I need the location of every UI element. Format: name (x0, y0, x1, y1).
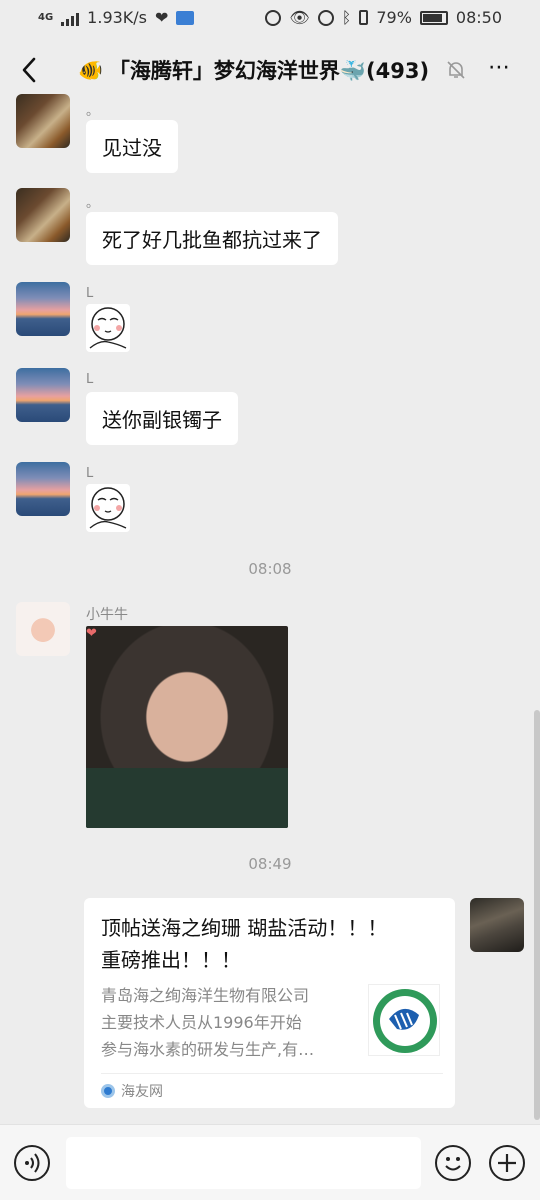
source-name: 海友网 (121, 1084, 163, 1100)
link-card-description: 青岛海之绚海洋生物有限公司 主要技术人员从1996年开始 参与海水素的研发与生产… (101, 982, 357, 1063)
battery-icon (419, 10, 448, 25)
chat-header: 🐠 「海腾轩」梦幻海洋世界🐳(493) ⋯ (0, 38, 540, 102)
sticker-image[interactable] (86, 304, 130, 352)
link-card-thumbnail (368, 984, 440, 1056)
bluetooth-icon: ᛒ (341, 8, 352, 27)
sticker-image[interactable] (86, 484, 130, 532)
back-button[interactable] (14, 52, 50, 88)
link-card-title: 顶帖送海之绚珊 瑚盐活动！！！ 重磅推出！！！ (101, 912, 441, 976)
message-bubble[interactable]: 见过没 (86, 120, 178, 173)
photo-message[interactable] (86, 626, 288, 828)
sender-name: 。 (86, 196, 100, 211)
mute-icon (444, 58, 468, 82)
screen-share-icon (176, 10, 195, 25)
message-input[interactable] (66, 1137, 421, 1189)
time-separator: 08:08 (248, 560, 292, 578)
battery-percent: 79% (376, 8, 412, 27)
nfc-icon (265, 9, 282, 26)
scrollbar[interactable] (534, 710, 540, 1120)
vibrate-icon (359, 10, 369, 25)
message-bubble[interactable]: 送你副银镯子 (86, 392, 238, 445)
voice-input-button[interactable] (14, 1145, 50, 1181)
link-card-desc-line: 青岛海之绚海洋生物有限公司 (101, 986, 310, 1005)
message-bubble[interactable]: 死了好几批鱼都抗过来了 (86, 212, 338, 265)
chevron-left-icon (22, 57, 36, 83)
clock: 08:50 (455, 8, 502, 27)
sender-name: L (86, 286, 94, 301)
eye-icon: 👁 (289, 8, 310, 27)
avatar[interactable] (16, 282, 70, 336)
chat-message: L 送你副银镯子 (16, 368, 516, 448)
network-speed: 1.93K/s (87, 8, 148, 27)
chat-message: 。 见过没 (16, 94, 516, 174)
avatar[interactable] (16, 94, 70, 148)
voice-icon (25, 1153, 40, 1173)
avatar[interactable] (16, 602, 70, 656)
heart-monitor-icon: ❤ (155, 8, 169, 27)
link-card-desc-line: 参与海水素的研发与生产,有… (101, 1040, 315, 1059)
avatar[interactable] (16, 368, 70, 422)
link-card-title-line: 重磅推出！！！ (101, 948, 241, 972)
plus-icon (498, 1154, 516, 1172)
like-heart-icon: ❤ (86, 626, 97, 641)
smiley-icon (445, 1157, 461, 1171)
input-bar (0, 1124, 540, 1200)
network-type: 4G (38, 12, 54, 23)
link-card-source: 海友网 (101, 1081, 163, 1101)
fish-icon: 🐠 (78, 58, 103, 82)
avatar[interactable] (16, 462, 70, 516)
my-avatar[interactable] (470, 898, 524, 952)
link-card-desc-line: 主要技术人员从1996年开始 (101, 1013, 302, 1032)
chat-message: L (16, 462, 516, 536)
chat-title: 🐠 「海腾轩」梦幻海洋世界🐳(493) (78, 55, 429, 85)
chat-message: L (16, 282, 516, 356)
sender-name: 小牛牛 (86, 607, 128, 623)
link-card[interactable]: 顶帖送海之绚珊 瑚盐活动！！！ 重磅推出！！！ 青岛海之绚海洋生物有限公司 主要… (84, 898, 455, 1108)
sender-name: L (86, 372, 94, 387)
sender-name: L (86, 466, 94, 481)
sender-name: 。 (86, 104, 100, 119)
group-name: 「海腾轩」梦幻海洋世界🐳(493) (108, 59, 430, 83)
divider (101, 1073, 443, 1074)
signal-icon (61, 10, 80, 26)
avatar[interactable] (16, 188, 70, 242)
more-functions-button[interactable] (489, 1145, 525, 1181)
status-bar: 4G 1.93K/s ❤ 👁 ᛒ 79% 08:50 (0, 0, 540, 38)
alarm-icon (317, 9, 334, 26)
emoji-button[interactable] (435, 1145, 471, 1181)
more-options-button[interactable]: ⋯ (488, 57, 518, 82)
chat-message: 。 死了好几批鱼都抗过来了 (16, 188, 516, 268)
source-logo-icon (101, 1084, 115, 1098)
link-card-title-line: 顶帖送海之绚珊 瑚盐活动！！！ (101, 916, 388, 940)
time-separator: 08:49 (248, 855, 292, 873)
